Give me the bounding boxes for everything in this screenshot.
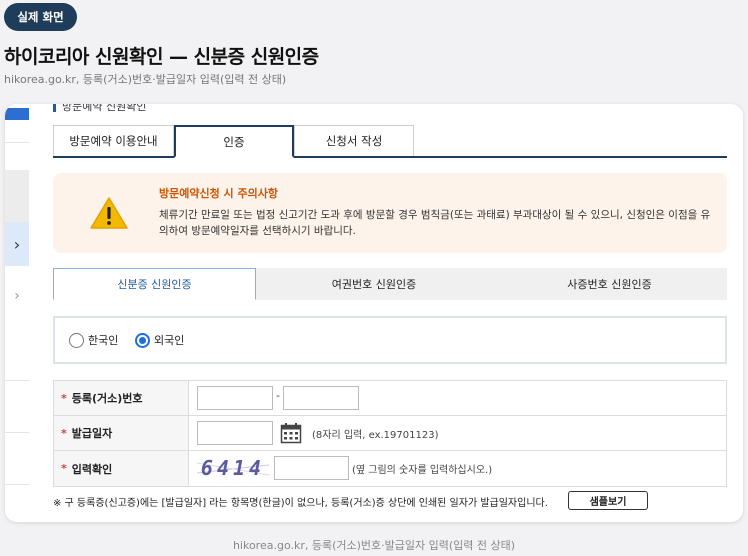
sidebar-divider: [5, 484, 29, 485]
sidebar-divider: [5, 142, 29, 143]
radio-korean[interactable]: 한국인: [69, 332, 118, 348]
form-row-issue-date: * 발급일자 (8자리 입력, ex.19701123): [54, 416, 726, 451]
id-form: * 등록(거소)번호 - * 발급일자 (8자리 입력, ex.19701123) …: [53, 380, 727, 487]
captcha-image: 6414: [197, 455, 269, 481]
tab-auth[interactable]: 인증: [174, 125, 294, 158]
captcha-text: 6414: [201, 456, 265, 480]
left-sidebar: › ›: [5, 104, 29, 522]
field-label: * 발급일자: [54, 416, 189, 450]
footnote: ※ 구 등록증(신고증)에는 [발급일자] 라는 항목명(한글)이 없으나, 등…: [53, 498, 548, 509]
sidebar-item[interactable]: [5, 170, 29, 222]
tab-application[interactable]: 신청서 작성: [294, 125, 414, 156]
warning-icon: [90, 197, 128, 229]
notice-box: 방문예약신청 시 주의사항 체류기간 만료일 또는 법정 신고기간 도과 후에 …: [53, 173, 727, 253]
form-row-reg-number: * 등록(거소)번호 -: [54, 381, 726, 416]
field-label: * 입력확인: [54, 451, 189, 486]
reg-number-front-input[interactable]: [197, 386, 273, 410]
form-row-captcha: * 입력확인 6414 (옆 그림의 숫자를 입력하십시오.): [54, 451, 726, 486]
page-subtitle: hikorea.go.kr, 등록(거소)번호·발급일자 입력(입력 전 상태): [4, 73, 287, 86]
screenshot-card: › › 방문예약 신원확인 방문예약 이용안내 인증 신청서 작성 방문예약신청…: [5, 104, 743, 522]
radio-foreigner[interactable]: 외국인: [135, 332, 184, 348]
subtab-passport[interactable]: 여권번호 신원인증: [256, 268, 492, 300]
subtab-id-card[interactable]: 신분증 신원인증: [53, 268, 256, 300]
captcha-hint: (옆 그림의 숫자를 입력하십시오.): [352, 465, 493, 476]
sidebar-item-active[interactable]: ›: [5, 222, 29, 266]
calendar-icon[interactable]: [280, 422, 302, 444]
radio-label: 외국인: [154, 334, 185, 347]
tab-guide[interactable]: 방문예약 이용안내: [53, 125, 174, 156]
screen-badge: 실제 화면: [4, 3, 77, 31]
radio-button-checked[interactable]: [135, 332, 150, 348]
step-tabs: 방문예약 이용안내 인증 신청서 작성: [53, 125, 727, 158]
section-heading: 방문예약 신원확인: [53, 104, 146, 113]
subtab-visa[interactable]: 사증번호 신원인증: [492, 268, 727, 300]
notice-text: 체류기간 만료일 또는 법정 신고기간 도과 후에 방문할 경우 범칙금(또는 …: [159, 209, 711, 237]
sidebar-divider: [5, 380, 29, 381]
sidebar-divider: [5, 432, 29, 433]
image-caption: hikorea.go.kr, 등록(거소)번호·발급일자 입력(입력 전 상태): [232, 539, 516, 552]
radio-button[interactable]: [69, 332, 84, 348]
sidebar-item[interactable]: ›: [5, 286, 29, 306]
dash-separator: -: [276, 389, 280, 402]
issue-date-input[interactable]: [197, 421, 273, 445]
captcha-input[interactable]: [274, 456, 349, 480]
chevron-right-icon: ›: [13, 234, 21, 254]
field-label: * 등록(거소)번호: [54, 381, 189, 415]
sample-view-button[interactable]: 샘플보기: [568, 491, 648, 510]
page-title: 하이코리아 신원확인 — 신분증 신원인증: [4, 46, 319, 68]
chevron-right-icon: ›: [14, 288, 20, 304]
sidebar-top-accent: [5, 108, 29, 120]
auth-method-tabs: 신분증 신원인증 여권번호 신원인증 사증번호 신원인증: [53, 268, 727, 300]
radio-label: 한국인: [88, 334, 119, 347]
notice-title: 방문예약신청 시 주의사항: [159, 187, 278, 200]
nationality-radio-group: 한국인 외국인: [53, 316, 727, 364]
issue-date-hint: (8자리 입력, ex.19701123): [312, 430, 439, 441]
reg-number-back-input[interactable]: [283, 386, 359, 410]
